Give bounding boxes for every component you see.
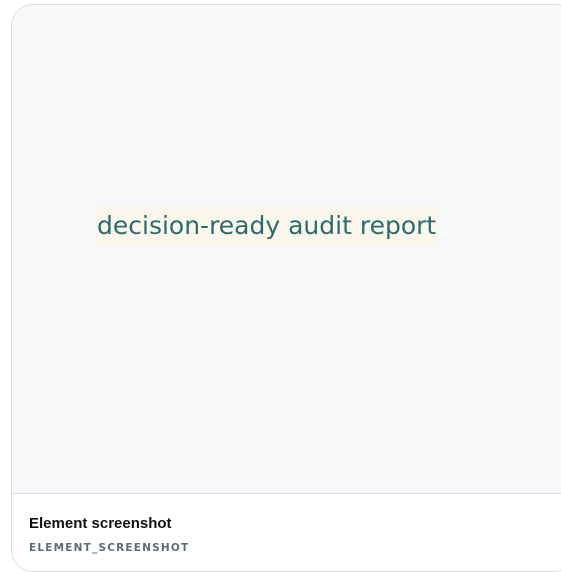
card-title: Element screenshot: [29, 515, 172, 532]
preview-text: decision-ready audit report: [95, 206, 439, 246]
screenshot-preview: decision-ready audit report: [12, 5, 561, 494]
card-code: ELEMENT_SCREENSHOT: [29, 542, 190, 554]
card-caption: Element screenshot ELEMENT_SCREENSHOT: [12, 494, 561, 571]
element-screenshot-card[interactable]: decision-ready audit report Element scre…: [11, 4, 561, 572]
